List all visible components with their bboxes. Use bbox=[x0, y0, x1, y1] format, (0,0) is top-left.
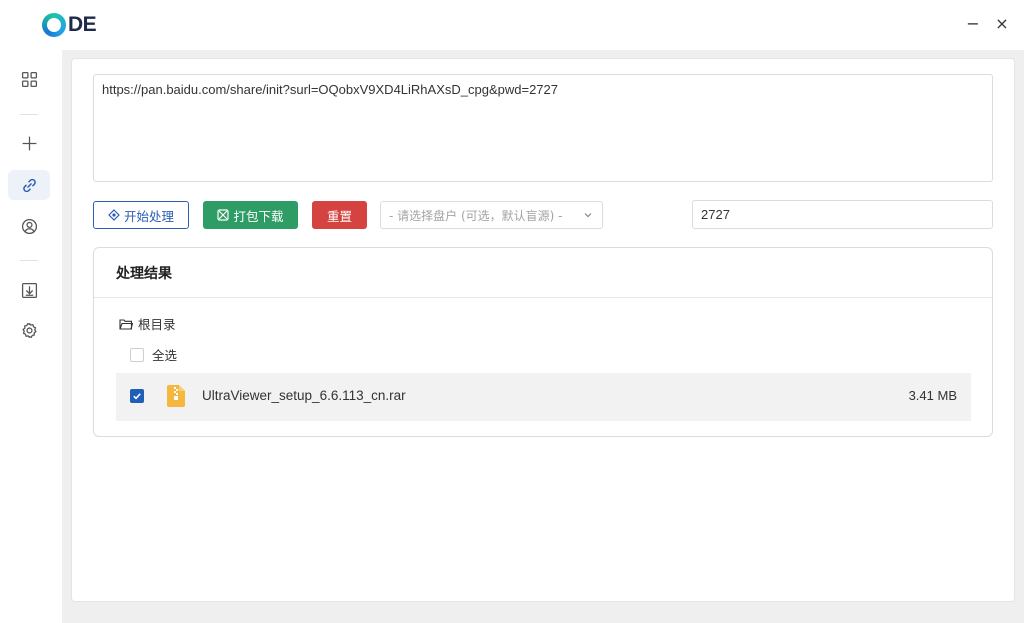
account-select[interactable]: - 请选择盘户 (可选，默认盲源) - bbox=[380, 201, 603, 229]
root-directory-label: 根目录 bbox=[138, 317, 176, 332]
start-process-button[interactable]: 开始处理 bbox=[93, 201, 189, 229]
select-all[interactable]: 全选 bbox=[130, 345, 177, 364]
file-size: 3.41 MB bbox=[908, 388, 957, 403]
download-icon bbox=[21, 282, 37, 298]
chevron-down-icon bbox=[584, 213, 592, 218]
sidebar bbox=[0, 50, 62, 623]
plus-icon bbox=[22, 136, 36, 150]
archive-file-icon bbox=[167, 385, 185, 407]
sidebar-item-dashboard[interactable] bbox=[8, 64, 50, 94]
file-name: UltraViewer_setup_6.6.113_cn.rar bbox=[202, 388, 406, 403]
sidebar-item-account[interactable] bbox=[8, 211, 50, 241]
title-bar: DE − × bbox=[0, 0, 1024, 50]
link-icon bbox=[22, 178, 36, 192]
sidebar-divider bbox=[20, 260, 38, 261]
pack-download-button[interactable]: 打包下载 bbox=[203, 201, 298, 229]
gear-icon bbox=[21, 322, 37, 338]
package-icon bbox=[217, 209, 230, 221]
results-header: 处理结果 bbox=[94, 248, 992, 298]
select-all-checkbox[interactable] bbox=[130, 347, 144, 362]
password-input[interactable]: 2727 bbox=[692, 200, 993, 229]
reset-button[interactable]: 重置 bbox=[312, 201, 367, 229]
logo-ring-icon bbox=[42, 13, 66, 37]
start-process-label: 开始处理 bbox=[123, 208, 174, 224]
minimize-button[interactable]: − bbox=[963, 14, 983, 34]
sidebar-item-settings[interactable] bbox=[8, 315, 50, 345]
account-select-placeholder: - 请选择盘户 (可选，默认盲源) - bbox=[389, 208, 563, 223]
share-url-textarea[interactable]: https://pan.baidu.com/share/init?surl=OQ… bbox=[93, 74, 993, 182]
reset-label: 重置 bbox=[326, 208, 352, 224]
file-checkbox[interactable] bbox=[130, 389, 144, 403]
process-icon bbox=[108, 209, 120, 221]
results-title: 处理结果 bbox=[116, 266, 172, 282]
root-directory[interactable]: 根目录 bbox=[119, 314, 176, 333]
grid-icon bbox=[21, 71, 37, 87]
folder-open-icon bbox=[119, 318, 133, 330]
sidebar-item-add[interactable] bbox=[8, 128, 50, 158]
user-circle-icon bbox=[21, 218, 37, 234]
select-all-label: 全选 bbox=[152, 348, 178, 363]
checkmark-icon bbox=[133, 393, 141, 400]
app-logo: DE bbox=[42, 12, 97, 38]
logo-text: DE bbox=[68, 13, 97, 36]
file-row[interactable]: UltraViewer_setup_6.6.113_cn.rar 3.41 MB bbox=[116, 373, 971, 421]
sidebar-item-downloads[interactable] bbox=[8, 275, 50, 305]
sidebar-divider bbox=[20, 114, 38, 115]
results-card: 处理结果 根目录 全选 UltraViewer_setup_6.6.113_cn… bbox=[93, 247, 993, 437]
sidebar-item-link[interactable] bbox=[8, 170, 50, 200]
close-button[interactable]: × bbox=[992, 14, 1012, 34]
pack-download-label: 打包下载 bbox=[233, 208, 284, 224]
